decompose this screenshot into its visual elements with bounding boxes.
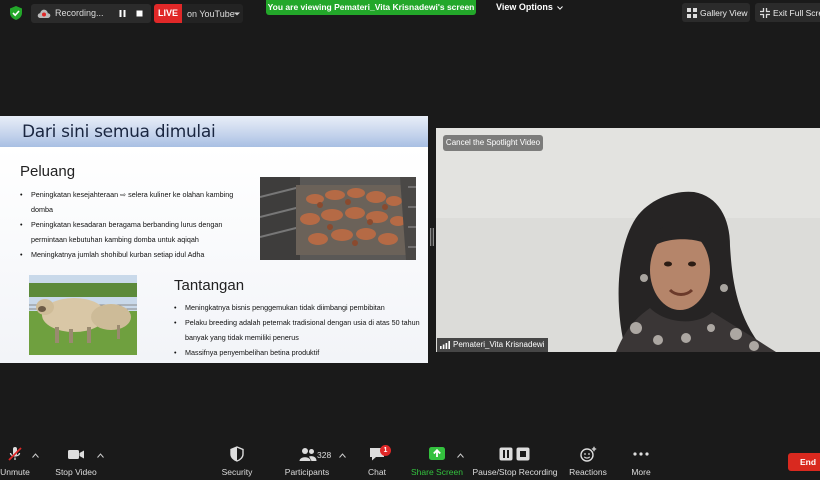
participant-name: Pemateri_Vita Krisnadewi (453, 340, 545, 349)
slide-title: Dari sini semua dimulai (22, 122, 216, 142)
shield-icon[interactable] (8, 5, 24, 21)
participants-count: 328 (317, 450, 332, 460)
exit-fullscreen-button[interactable]: Exit Full Screen (755, 3, 820, 22)
chevron-up-icon[interactable] (339, 453, 346, 458)
list-item: Meningkatnya jumlah shohibul kurban seti… (20, 247, 252, 262)
list-item: Massifnya penyembelihan betina produktif (174, 345, 424, 360)
peluang-heading: Peluang (20, 163, 76, 180)
stop-video-button[interactable]: Stop Video (50, 437, 102, 480)
stop-recording-icon[interactable] (135, 9, 144, 18)
reactions-button[interactable]: Reactions (566, 437, 610, 480)
stop-video-label: Stop Video (55, 467, 97, 477)
chat-button[interactable]: Chat (360, 437, 394, 480)
pause-stop-recording-label: Pause/Stop Recording (472, 467, 558, 477)
list-item: Pelaku breeding adalah peternak tradisio… (174, 315, 424, 345)
share-screen-button[interactable]: Share Screen (408, 437, 466, 480)
chevron-down-icon (234, 12, 240, 16)
list-item: Peningkatan kesadaran beragama berbandin… (20, 217, 252, 247)
security-button[interactable]: Security (216, 437, 258, 480)
video-camera-icon (68, 450, 84, 459)
chat-unread-badge: 1 (380, 445, 391, 456)
viewing-screen-banner: You are viewing Pemateri_Vita Krisnadewi… (266, 0, 476, 15)
chevron-up-icon[interactable] (97, 453, 104, 458)
pause-recording-icon[interactable] (118, 9, 127, 18)
more-button[interactable]: More (624, 437, 658, 480)
list-item: Peningkatan kesejahteraan ⇨ selera kulin… (20, 187, 252, 217)
gallery-view-button[interactable]: Gallery View (682, 3, 750, 22)
satay-grill-photo (260, 177, 416, 260)
chat-label: Chat (368, 467, 386, 477)
list-item: Meningkatnya bisnis penggemukan tidak di… (174, 300, 424, 315)
view-options-button[interactable]: View Options (496, 2, 564, 12)
speaker-video-frame (436, 128, 820, 352)
security-label: Security (221, 467, 253, 477)
smiley-plus-icon (580, 446, 597, 462)
meeting-top-bar: Recording... LIVE on YouTube You are vie… (0, 0, 820, 26)
cancel-spotlight-button[interactable]: Cancel the Spotlight Video (443, 135, 543, 151)
tantangan-heading: Tantangan (174, 277, 245, 294)
shield-icon (230, 446, 244, 462)
live-badge: LIVE (154, 4, 182, 23)
cloud-recording-icon (37, 9, 51, 18)
slide-body: Peluang Peningkatan kesejahteraan ⇨ sele… (0, 147, 428, 363)
splitter-handle[interactable] (430, 228, 434, 246)
microphone-muted-icon (8, 447, 22, 461)
end-meeting-button[interactable]: End (788, 453, 820, 471)
pause-stop-recording-button[interactable]: Pause/Stop Recording (472, 437, 558, 480)
participant-name-label: Pemateri_Vita Krisnadewi (437, 338, 549, 352)
slide-title-bar: Dari sini semua dimulai (0, 116, 428, 147)
signal-strength-icon (440, 341, 450, 349)
unmute-button[interactable]: Unmute (0, 437, 34, 480)
live-target-label: on YouTube (187, 9, 235, 19)
reactions-label: Reactions (569, 467, 607, 477)
recording-indicator: Recording... (31, 4, 151, 23)
unmute-label: Unmute (0, 467, 30, 477)
participants-label: Participants (284, 467, 330, 477)
speaker-video[interactable] (436, 128, 820, 352)
share-screen-label: Share Screen (411, 467, 463, 477)
meeting-controls-toolbar: Unmute Stop Video Security Participants … (0, 437, 820, 480)
view-options-label: View Options (496, 2, 553, 12)
more-label: More (631, 467, 651, 477)
gallery-view-label: Gallery View (700, 8, 748, 18)
sheep-photo (29, 275, 137, 355)
participants-icon (299, 448, 317, 461)
peluang-list: Peningkatan kesejahteraan ⇨ selera kulin… (20, 187, 252, 262)
more-dots-icon (633, 452, 649, 456)
grid-icon (687, 8, 697, 18)
shared-screen: Dari sini semua dimulai Peluang Peningka… (0, 116, 428, 363)
exit-fullscreen-icon (760, 8, 770, 18)
chevron-up-icon[interactable] (32, 453, 39, 458)
chevron-down-icon (557, 5, 564, 10)
chevron-up-icon[interactable] (457, 453, 464, 458)
exit-fullscreen-label: Exit Full Screen (773, 8, 820, 18)
share-screen-icon (429, 447, 445, 460)
recording-label: Recording... (55, 8, 104, 18)
tantangan-list: Meningkatnya bisnis penggemukan tidak di… (174, 300, 424, 360)
live-stream-indicator[interactable]: LIVE on YouTube (154, 4, 243, 23)
pause-stop-recording-icon (499, 447, 530, 461)
